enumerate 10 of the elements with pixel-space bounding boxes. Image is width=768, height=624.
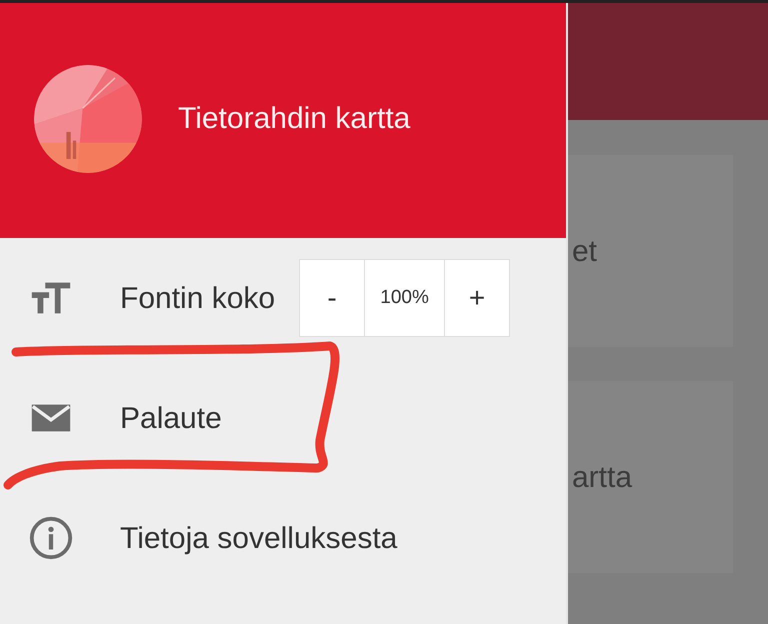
card-title: et bbox=[572, 234, 598, 270]
menu-item-label[interactable]: Tietoja sovelluksesta bbox=[120, 516, 398, 560]
font-size-value: 100% bbox=[365, 259, 444, 337]
card-title: artta bbox=[572, 460, 632, 496]
drawer-title: Tietorahdin kartta bbox=[178, 101, 410, 137]
menu-item-label[interactable]: Fontin koko bbox=[120, 276, 276, 320]
menu-item-label[interactable]: Palaute bbox=[120, 396, 222, 440]
increase-button[interactable]: + bbox=[444, 259, 510, 337]
decrease-button[interactable]: - bbox=[299, 259, 366, 337]
info-icon bbox=[28, 515, 74, 561]
